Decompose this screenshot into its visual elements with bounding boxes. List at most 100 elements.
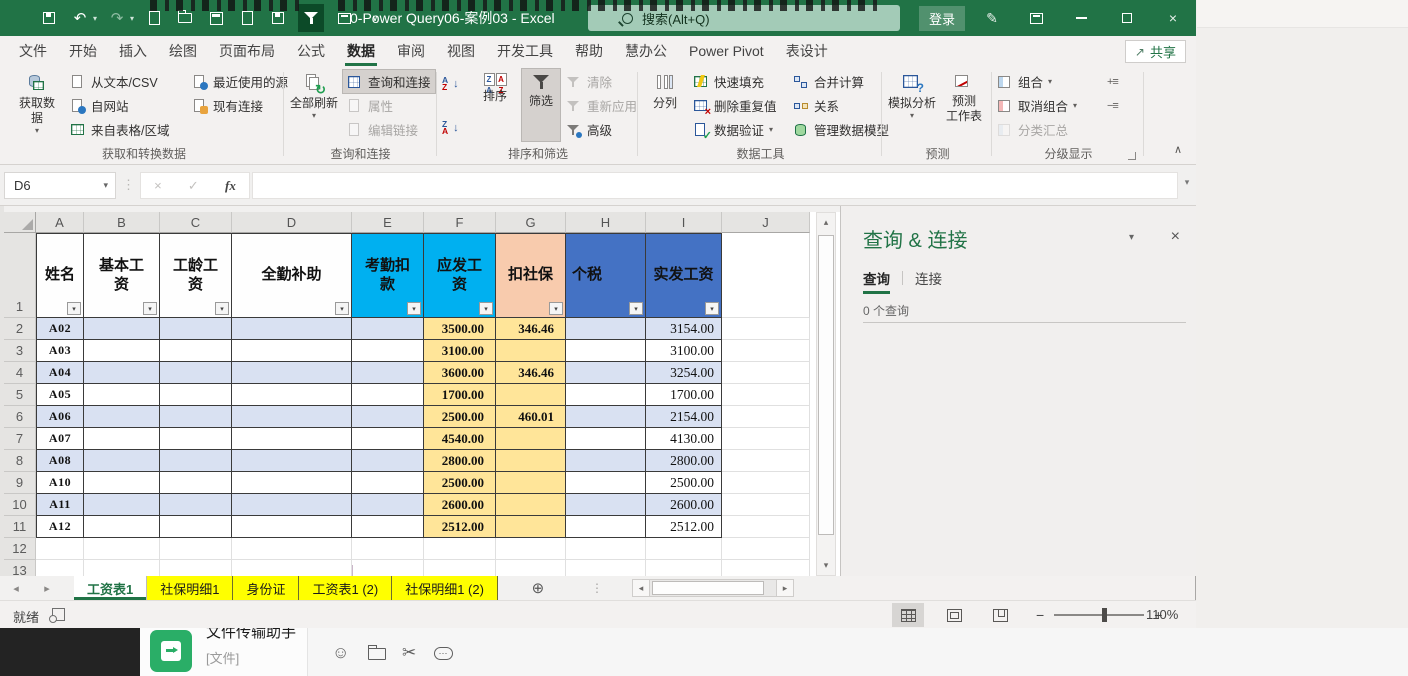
grid-cell[interactable]: [232, 362, 352, 384]
row-number[interactable]: 9: [4, 472, 36, 494]
grid-cell[interactable]: [566, 406, 646, 428]
grid-cell[interactable]: 3154.00: [646, 318, 722, 340]
grid-cell[interactable]: [232, 472, 352, 494]
screenshot-scissors-icon[interactable]: ✂: [402, 644, 416, 661]
grid-cell[interactable]: [722, 516, 810, 538]
grid-cell[interactable]: [566, 362, 646, 384]
grid-cell[interactable]: [36, 538, 84, 560]
recent-sources-button[interactable]: 最近使用的源: [192, 70, 288, 93]
select-all-corner[interactable]: [4, 212, 36, 233]
grid-cell[interactable]: [566, 516, 646, 538]
column-header-H[interactable]: H: [566, 212, 646, 233]
grid-cell[interactable]: [232, 494, 352, 516]
grid-cell[interactable]: [646, 538, 722, 560]
panel-close-icon[interactable]: ×: [1171, 228, 1180, 246]
grid-cell[interactable]: 1700.00: [646, 384, 722, 406]
enter-entry-icon[interactable]: ✓: [188, 178, 199, 194]
horizontal-scrollbar[interactable]: ◂ ▸: [632, 579, 794, 597]
filter-button[interactable]: ▾: [407, 302, 421, 315]
grid-cell[interactable]: 3254.00: [646, 362, 722, 384]
grid-cell[interactable]: A05: [36, 384, 84, 406]
sheet-tab-工资表1 (2)[interactable]: 工资表1 (2): [299, 576, 393, 600]
grid-cell[interactable]: [566, 384, 646, 406]
collapse-ribbon-button[interactable]: ∧: [1174, 143, 1182, 156]
grid-cell[interactable]: 2154.00: [646, 406, 722, 428]
panel-tab-connections[interactable]: 连接: [915, 268, 942, 294]
filter-button[interactable]: ▾: [335, 302, 349, 315]
sort-ascending-button[interactable]: AZ ↓: [442, 72, 459, 95]
edit-links-button[interactable]: 编辑链接: [343, 118, 422, 141]
grid-cell[interactable]: [232, 318, 352, 340]
grid-cell[interactable]: [566, 538, 646, 560]
grid-cell[interactable]: 346.46: [496, 362, 566, 384]
forecast-sheet-button[interactable]: 预测 工作表: [941, 69, 987, 143]
ribbon-tab-审阅[interactable]: 审阅: [386, 36, 436, 66]
grid-cell[interactable]: [566, 472, 646, 494]
page-break-view-button[interactable]: [984, 603, 1016, 627]
zoom-slider-thumb[interactable]: [1102, 608, 1108, 622]
grid-cell[interactable]: [232, 450, 352, 472]
grid-cell[interactable]: [232, 406, 352, 428]
pen-tools-button[interactable]: ✎: [970, 0, 1014, 36]
horizontal-scroll-thumb[interactable]: [652, 581, 764, 595]
undo-button[interactable]: ↶: [69, 7, 91, 29]
grid-cell[interactable]: A03: [36, 340, 84, 362]
grid-cell[interactable]: [566, 494, 646, 516]
grid-cell[interactable]: [496, 340, 566, 362]
group-button[interactable]: 组合 ▾: [997, 70, 1052, 93]
insert-function-button[interactable]: fx: [225, 178, 236, 194]
grid-cell[interactable]: [566, 318, 646, 340]
zoom-slider[interactable]: [1054, 608, 1145, 622]
row-number[interactable]: 4: [4, 362, 36, 384]
grid-cell[interactable]: [84, 340, 160, 362]
from-text-csv-button[interactable]: 从文本/CSV: [70, 70, 158, 93]
grid-cell[interactable]: 346.46: [496, 318, 566, 340]
grid-cell[interactable]: 2500.00: [424, 472, 496, 494]
grid-cell[interactable]: [84, 318, 160, 340]
column-header-J[interactable]: J: [722, 212, 810, 233]
sheet-tab-身份证[interactable]: 身份证: [233, 576, 300, 600]
scroll-down-icon[interactable]: ▾: [817, 556, 835, 575]
grid-cell[interactable]: [84, 472, 160, 494]
grid-cell[interactable]: [722, 472, 810, 494]
page-layout-view-button[interactable]: [938, 603, 970, 627]
grid-cell[interactable]: A04: [36, 362, 84, 384]
grid-cell[interactable]: [722, 362, 810, 384]
redo-dropdown-icon[interactable]: ▾: [130, 14, 134, 23]
sort-descending-button[interactable]: ZA ↓: [442, 116, 459, 139]
grid-cell[interactable]: [722, 318, 810, 340]
vertical-scroll-thumb[interactable]: [818, 235, 834, 535]
column-header-D[interactable]: D: [232, 212, 352, 233]
grid-cell[interactable]: 1700.00: [424, 384, 496, 406]
grid-cell[interactable]: [160, 450, 232, 472]
sort-button[interactable]: ZA AZ 排序: [472, 69, 518, 143]
column-header-B[interactable]: B: [84, 212, 160, 233]
remove-duplicates-button[interactable]: × 删除重复值: [693, 94, 777, 118]
grid-cell[interactable]: [160, 362, 232, 384]
grid-cell[interactable]: A07: [36, 428, 84, 450]
grid-cell[interactable]: [424, 560, 496, 576]
grid-cell[interactable]: [722, 406, 810, 428]
share-button[interactable]: ↗ 共享: [1124, 40, 1186, 63]
grid-cell[interactable]: [496, 494, 566, 516]
grid-cell[interactable]: [722, 384, 810, 406]
filter-button[interactable]: ▾: [143, 302, 157, 315]
ribbon-tab-绘图[interactable]: 绘图: [158, 36, 208, 66]
ribbon-display-button[interactable]: [1014, 0, 1058, 36]
minimize-button[interactable]: [1058, 0, 1104, 36]
grid-cell[interactable]: [232, 384, 352, 406]
ribbon-tab-Power Pivot[interactable]: Power Pivot: [678, 36, 775, 66]
ribbon-tab-视图[interactable]: 视图: [436, 36, 486, 66]
grid-cell[interactable]: [566, 560, 646, 576]
macro-record-icon[interactable]: [49, 608, 65, 623]
column-header-F[interactable]: F: [424, 212, 496, 233]
grid-cell[interactable]: 2800.00: [646, 450, 722, 472]
text-to-columns-button[interactable]: 分列: [643, 69, 687, 143]
column-header-C[interactable]: C: [160, 212, 232, 233]
grid-cell[interactable]: [84, 362, 160, 384]
grid-cell[interactable]: [352, 406, 424, 428]
grid-cell[interactable]: A02: [36, 318, 84, 340]
filter-toggle-button[interactable]: [298, 4, 325, 32]
sheet-tab-工资表1[interactable]: 工资表1: [74, 576, 148, 600]
grid-cell[interactable]: [566, 450, 646, 472]
